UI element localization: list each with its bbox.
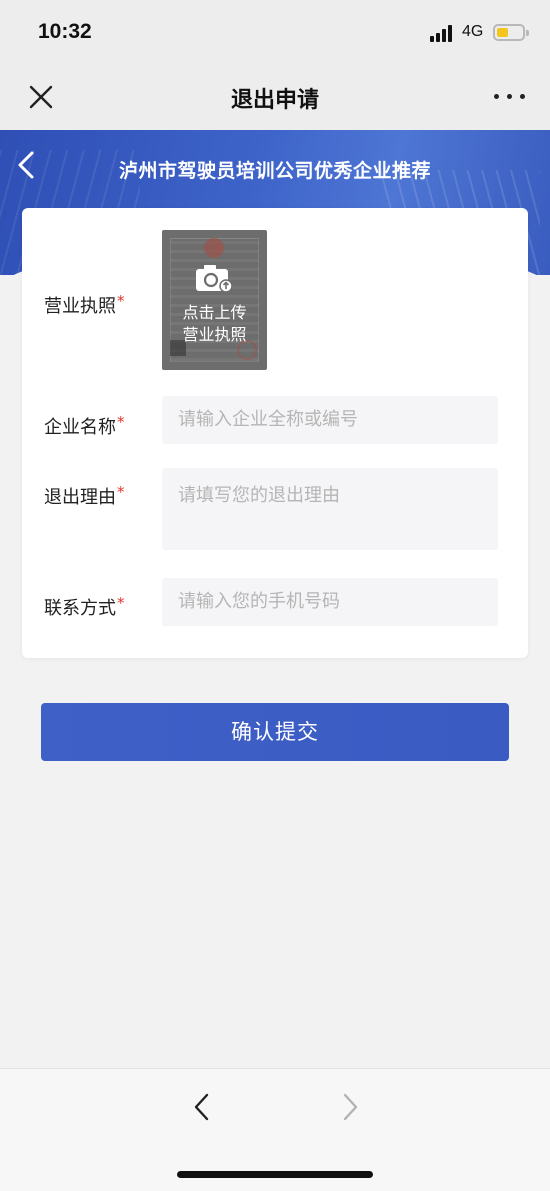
status-bar: 10:32 4G [0,0,550,62]
home-indicator [177,1171,373,1178]
nav-bar: 退出申请 [0,62,550,130]
upload-hint: 点击上传 营业执照 [182,303,247,344]
back-arrow-icon[interactable] [190,1091,214,1123]
more-dots-icon[interactable] [492,94,528,102]
form-card: 营业执照* 点击上传 营业执照 企业名称* 请输入企业全称或编号 退出理由* 请… [22,208,528,658]
phone-input[interactable]: 请输入您的手机号码 [162,578,498,626]
banner-title: 泸州市驾驶员培训公司优秀企业推荐 [118,160,431,182]
contact-label: 联系方式* [44,594,125,619]
license-upload-button[interactable]: 点击上传 营业执照 [162,230,267,370]
company-name-input[interactable]: 请输入企业全称或编号 [162,396,498,444]
company-label: 企业名称* [44,413,125,438]
camera-upload-icon [196,265,233,293]
exit-reason-textarea[interactable]: 请填写您的退出理由 [162,468,498,550]
signal-icon [430,24,456,42]
submit-button[interactable]: 确认提交 [41,703,509,761]
status-time: 10:32 [38,20,92,43]
reason-label: 退出理由* [44,483,125,508]
battery-icon [493,24,529,41]
forward-arrow-icon[interactable] [338,1091,362,1123]
license-label: 营业执照* [44,292,125,317]
network-label: 4G [462,23,484,40]
page-title: 退出申请 [230,88,319,113]
